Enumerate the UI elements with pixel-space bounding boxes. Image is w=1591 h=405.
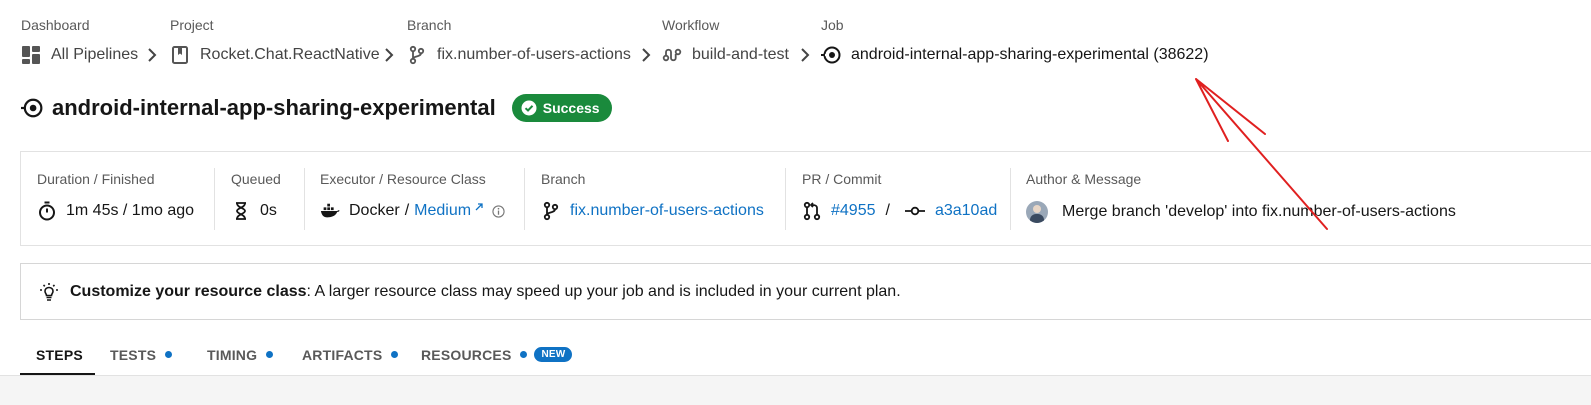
- breadcrumb-job-current: android-internal-app-sharing-experimenta…: [821, 45, 1209, 65]
- new-badge: NEW: [534, 347, 573, 362]
- docker-icon: [320, 201, 340, 221]
- hourglass-icon: [231, 201, 251, 221]
- tab-resources[interactable]: RESOURCES NEW: [421, 333, 573, 376]
- external-link-icon: [474, 202, 484, 212]
- tip-bold: Customize your resource class: [70, 282, 307, 300]
- commit-icon: [904, 201, 926, 221]
- stopwatch-icon: [37, 201, 57, 221]
- divider: [785, 168, 786, 230]
- job-icon: [21, 97, 43, 119]
- info-queued-value: 0s: [260, 202, 277, 219]
- divider: [304, 168, 305, 230]
- breadcrumb-workflow-label: Workflow: [662, 17, 720, 33]
- info-branch-value-row: fix.number-of-users-actions: [541, 201, 764, 221]
- new-dot-icon: [266, 351, 274, 358]
- branch-link[interactable]: fix.number-of-users-actions: [570, 202, 764, 220]
- divider: [1010, 168, 1011, 230]
- info-pr-commit-value-row: #4955 / a3a10ad: [802, 201, 997, 221]
- new-dot-icon: [165, 351, 173, 358]
- tab-timing[interactable]: TIMING: [207, 333, 274, 376]
- job-info-panel: Duration / Finished 1m 45s / 1mo ago Que…: [20, 151, 1591, 246]
- breadcrumb-job-value: android-internal-app-sharing-experimenta…: [851, 46, 1209, 63]
- info-queued-value-row: 0s: [231, 201, 277, 221]
- tab-resources-label: RESOURCES: [421, 346, 512, 363]
- status-badge-label: Success: [542, 100, 600, 116]
- new-dot-icon: [391, 351, 399, 358]
- resource-class-link[interactable]: Medium: [414, 202, 471, 220]
- info-duration-value-row: 1m 45s / 1mo ago: [37, 201, 194, 221]
- chevron-right-icon: [801, 48, 810, 62]
- tip-body: : A larger resource class may speed up y…: [306, 282, 901, 300]
- chevron-right-icon: [148, 48, 157, 62]
- tab-tests-label: TESTS: [110, 346, 157, 363]
- tab-steps-label: STEPS: [36, 346, 83, 363]
- info-circle-icon[interactable]: [492, 204, 505, 218]
- info-branch-label: Branch: [541, 171, 586, 187]
- divider: [524, 168, 525, 230]
- info-executor-name: Docker: [349, 202, 400, 219]
- info-author-value-row: Merge branch 'develop' into fix.number-o…: [1026, 201, 1456, 223]
- bookmark-icon: [170, 45, 190, 65]
- breadcrumb-project-label: Project: [170, 17, 214, 33]
- tip-text: Customize your resource class: A larger …: [70, 283, 901, 301]
- chevron-right-icon: [385, 48, 394, 62]
- info-executor-separator: /: [404, 202, 410, 219]
- breadcrumb-branch-link[interactable]: fix.number-of-users-actions: [407, 45, 631, 65]
- breadcrumb-project-link[interactable]: Rocket.Chat.ReactNative: [170, 45, 380, 65]
- tab-artifacts[interactable]: ARTIFACTS: [302, 333, 399, 376]
- pr-link[interactable]: #4955: [831, 202, 876, 220]
- info-executor-label: Executor / Resource Class: [320, 171, 486, 187]
- tab-steps[interactable]: STEPS: [36, 333, 83, 376]
- pull-request-icon: [802, 201, 822, 221]
- tab-timing-label: TIMING: [207, 346, 258, 363]
- lightbulb-icon: [39, 282, 59, 302]
- avatar: [1026, 201, 1048, 223]
- resource-class-tip-banner: Customize your resource class: A larger …: [20, 263, 1591, 320]
- info-pr-commit-separator: /: [885, 202, 890, 219]
- breadcrumb-branch-value: fix.number-of-users-actions: [437, 46, 631, 63]
- content-area: [0, 376, 1591, 405]
- breadcrumb-dashboard-link[interactable]: All Pipelines: [21, 45, 138, 65]
- job-tabs: STEPS TESTS TIMING ARTIFACTS RESOURCES N…: [20, 333, 1591, 376]
- page-title: android-internal-app-sharing-experimenta…: [52, 95, 496, 120]
- status-badge: Success: [511, 94, 612, 122]
- breadcrumb-workflow-link[interactable]: build-and-test: [662, 45, 789, 65]
- breadcrumb-dashboard-value: All Pipelines: [51, 46, 139, 63]
- chevron-right-icon: [642, 48, 651, 62]
- job-icon: [821, 45, 841, 65]
- breadcrumb: Dashboard All Pipelines Project Rocket.C…: [21, 0, 1581, 80]
- commit-message: Merge branch 'develop' into fix.number-o…: [1062, 203, 1456, 220]
- info-duration-value: 1m 45s / 1mo ago: [66, 202, 195, 219]
- divider: [214, 168, 215, 230]
- workflow-icon: [662, 45, 682, 65]
- info-author-label: Author & Message: [1026, 171, 1142, 187]
- commit-link[interactable]: a3a10ad: [935, 202, 997, 220]
- breadcrumb-branch-label: Branch: [407, 17, 452, 33]
- tab-artifacts-label: ARTIFACTS: [302, 346, 383, 363]
- dashboard-grid-icon: [21, 45, 41, 65]
- git-branch-icon: [407, 45, 427, 65]
- info-pr-commit-label: PR / Commit: [802, 171, 882, 187]
- breadcrumb-workflow-value: build-and-test: [692, 46, 789, 63]
- job-header: android-internal-app-sharing-experimenta…: [21, 94, 612, 122]
- breadcrumb-job-label: Job: [821, 17, 844, 33]
- tab-tests[interactable]: TESTS: [110, 333, 173, 376]
- info-duration-label: Duration / Finished: [37, 171, 155, 187]
- info-executor-value-row: Docker / Medium: [320, 201, 505, 221]
- breadcrumb-dashboard-label: Dashboard: [21, 17, 90, 33]
- new-dot-icon: [520, 351, 528, 358]
- info-queued-label: Queued: [231, 171, 281, 187]
- breadcrumb-project-value: Rocket.Chat.ReactNative: [200, 46, 380, 63]
- git-branch-icon: [541, 201, 561, 221]
- check-circle-icon: [521, 100, 537, 116]
